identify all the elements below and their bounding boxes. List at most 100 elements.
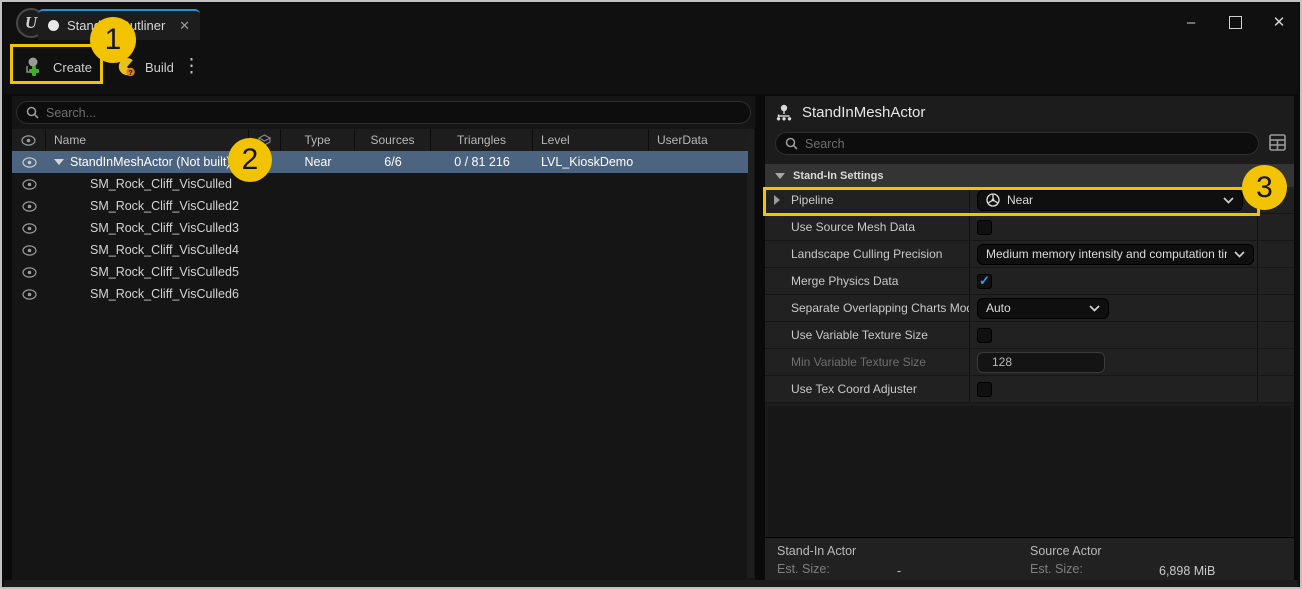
section-title: Stand-In Settings [793,170,883,182]
details-empty-area [768,406,1291,536]
standin-actor-title: Stand-In Actor [777,544,856,558]
tab-dot-icon [48,20,59,31]
landscape-culling-precision-dropdown[interactable]: Medium memory intensity and computation … [977,244,1254,265]
table-row-standinmeshactor[interactable]: StandInMeshActor (Not built) Near 6/6 0 … [12,151,748,173]
details-panel: StandInMeshActor Search Stand-In Setting… [765,96,1294,582]
outliner-rows: StandInMeshActor (Not built) Near 6/6 0 … [12,151,748,305]
eye-icon[interactable] [22,157,37,168]
column-header-type[interactable]: Type [281,129,355,151]
property-label: Separate Overlapping Charts Mode [791,301,970,315]
property-label: Landscape Culling Precision [791,247,942,261]
row-name: SM_Rock_Cliff_VisCulled [46,173,249,195]
svg-text:?: ? [128,68,133,77]
merge-physics-data-checkbox[interactable]: ✓ [977,274,992,289]
source-est-size-label: Est. Size: [1030,562,1102,576]
row-sources: 6/6 [355,151,431,173]
min-variable-texture-size-input[interactable]: 128 [977,352,1105,373]
unreal-standin-outliner-window: U Stand-In Outliner ✕ – ✕ Create [0,0,1302,589]
annotation-badge-3: 3 [1242,165,1287,210]
minimize-button[interactable]: – [1182,13,1200,31]
separate-overlapping-charts-mode-value: Auto [986,301,1082,315]
standin-est-size-label: Est. Size: [777,562,856,576]
property-label: Use Variable Texture Size [791,328,928,342]
eye-icon[interactable] [22,179,37,190]
reset-to-default-cell[interactable] [1257,322,1294,348]
reset-to-default-cell[interactable] [1257,268,1294,294]
separate-overlapping-charts-mode-dropdown[interactable]: Auto [977,298,1109,319]
use-source-mesh-data-checkbox[interactable] [977,220,992,235]
eye-icon[interactable] [22,223,37,234]
row-name: SM_Rock_Cliff_VisCulled2 [46,195,249,217]
source-actor-title: Source Actor [1030,544,1102,558]
use-variable-texture-size-checkbox[interactable] [977,328,992,343]
property-row-min-variable-texture-size: Min Variable Texture Size 128 [765,349,1294,376]
property-label: Use Source Mesh Data [791,220,915,234]
row-triangles: 0 / 81 216 [431,151,533,173]
annotation-badge-1: 1 [90,17,136,63]
table-row-visculled2[interactable]: SM_Rock_Cliff_VisCulled2 [12,195,748,217]
property-row-separate-overlapping-charts-mode: Separate Overlapping Charts Mode Auto [765,295,1294,322]
view-options-grid-icon[interactable] [1269,134,1286,156]
outliner-search-placeholder: Search... [46,106,96,120]
table-row-visculled5[interactable]: SM_Rock_Cliff_VisCulled5 [12,261,748,283]
reset-to-default-cell[interactable] [1257,349,1294,375]
visibility-column-header[interactable] [12,129,46,151]
row-name: SM_Rock_Cliff_VisCulled6 [46,283,249,305]
reset-to-default-cell[interactable] [1257,214,1294,240]
property-label: Use Tex Coord Adjuster [791,382,917,396]
table-row-visculled4[interactable]: SM_Rock_Cliff_VisCulled4 [12,239,748,261]
column-header-sources[interactable]: Sources [355,129,431,151]
close-button[interactable]: ✕ [1270,13,1288,31]
maximize-button[interactable] [1226,13,1244,31]
table-row-visculled3[interactable]: SM_Rock_Cliff_VisCulled3 [12,217,748,239]
row-name: SM_Rock_Cliff_VisCulled4 [46,239,249,261]
standin-est-size-value: - [897,564,901,578]
use-tex-coord-adjuster-checkbox[interactable] [977,382,992,397]
reset-to-default-cell[interactable] [1257,295,1294,321]
details-search-input[interactable]: Search [775,132,1259,155]
outliner-panel: Search... Name Type Sources Triangles Le… [12,96,755,580]
eye-icon[interactable] [22,289,37,300]
chevron-down-icon [1234,251,1245,258]
eye-icon[interactable] [22,267,37,278]
outliner-scrollbar[interactable] [747,129,754,578]
window-bottom-strip [4,580,1298,589]
annotation-badge-2: 2 [228,138,272,182]
outliner-search-input[interactable]: Search... [16,101,751,124]
table-row-visculled1[interactable]: SM_Rock_Cliff_VisCulled [12,173,748,195]
row-name: SM_Rock_Cliff_VisCulled5 [46,261,249,283]
build-button-label: Build [145,60,174,75]
column-header-triangles[interactable]: Triangles [431,129,533,151]
window-controls: – ✕ [1182,4,1288,40]
search-icon [26,106,39,119]
outliner-table-header: Name Type Sources Triangles Level UserDa… [12,129,748,151]
annotation-highlight-pipeline [763,187,1260,216]
section-standin-settings[interactable]: Stand-In Settings [765,164,1294,187]
column-header-userdata[interactable]: UserData [649,129,748,151]
details-title-row: StandInMeshActor [775,104,925,121]
row-name: SM_Rock_Cliff_VisCulled3 [46,217,249,239]
expander-caret-icon[interactable] [54,159,64,165]
row-userdata [649,151,748,173]
reset-to-default-cell[interactable] [1257,376,1294,402]
property-row-use-source-mesh-data: Use Source Mesh Data [765,214,1294,241]
property-grid: Pipeline Near [765,187,1294,403]
title-bar: U Stand-In Outliner ✕ – ✕ [4,4,1298,40]
tab-close-icon[interactable]: ✕ [179,18,190,34]
property-label: Min Variable Texture Size [791,355,926,369]
chevron-down-icon [1089,305,1100,312]
property-row-merge-physics-data: Merge Physics Data ✓ [765,268,1294,295]
size-summary-footer: Stand-In Actor Est. Size: - Source Actor… [765,537,1294,582]
column-header-level[interactable]: Level [533,129,649,151]
annotation-highlight-create [10,44,103,84]
eye-icon[interactable] [22,201,37,212]
property-label: Merge Physics Data [791,274,898,288]
table-row-visculled6[interactable]: SM_Rock_Cliff_VisCulled6 [12,283,748,305]
eye-icon[interactable] [22,245,37,256]
details-title: StandInMeshActor [802,104,925,121]
search-icon [785,137,798,150]
row-type: Near [281,151,355,173]
column-header-name[interactable]: Name [46,129,249,151]
reset-to-default-cell[interactable] [1257,241,1294,267]
toolbar-more-options-icon[interactable]: ⋮ [182,64,201,70]
